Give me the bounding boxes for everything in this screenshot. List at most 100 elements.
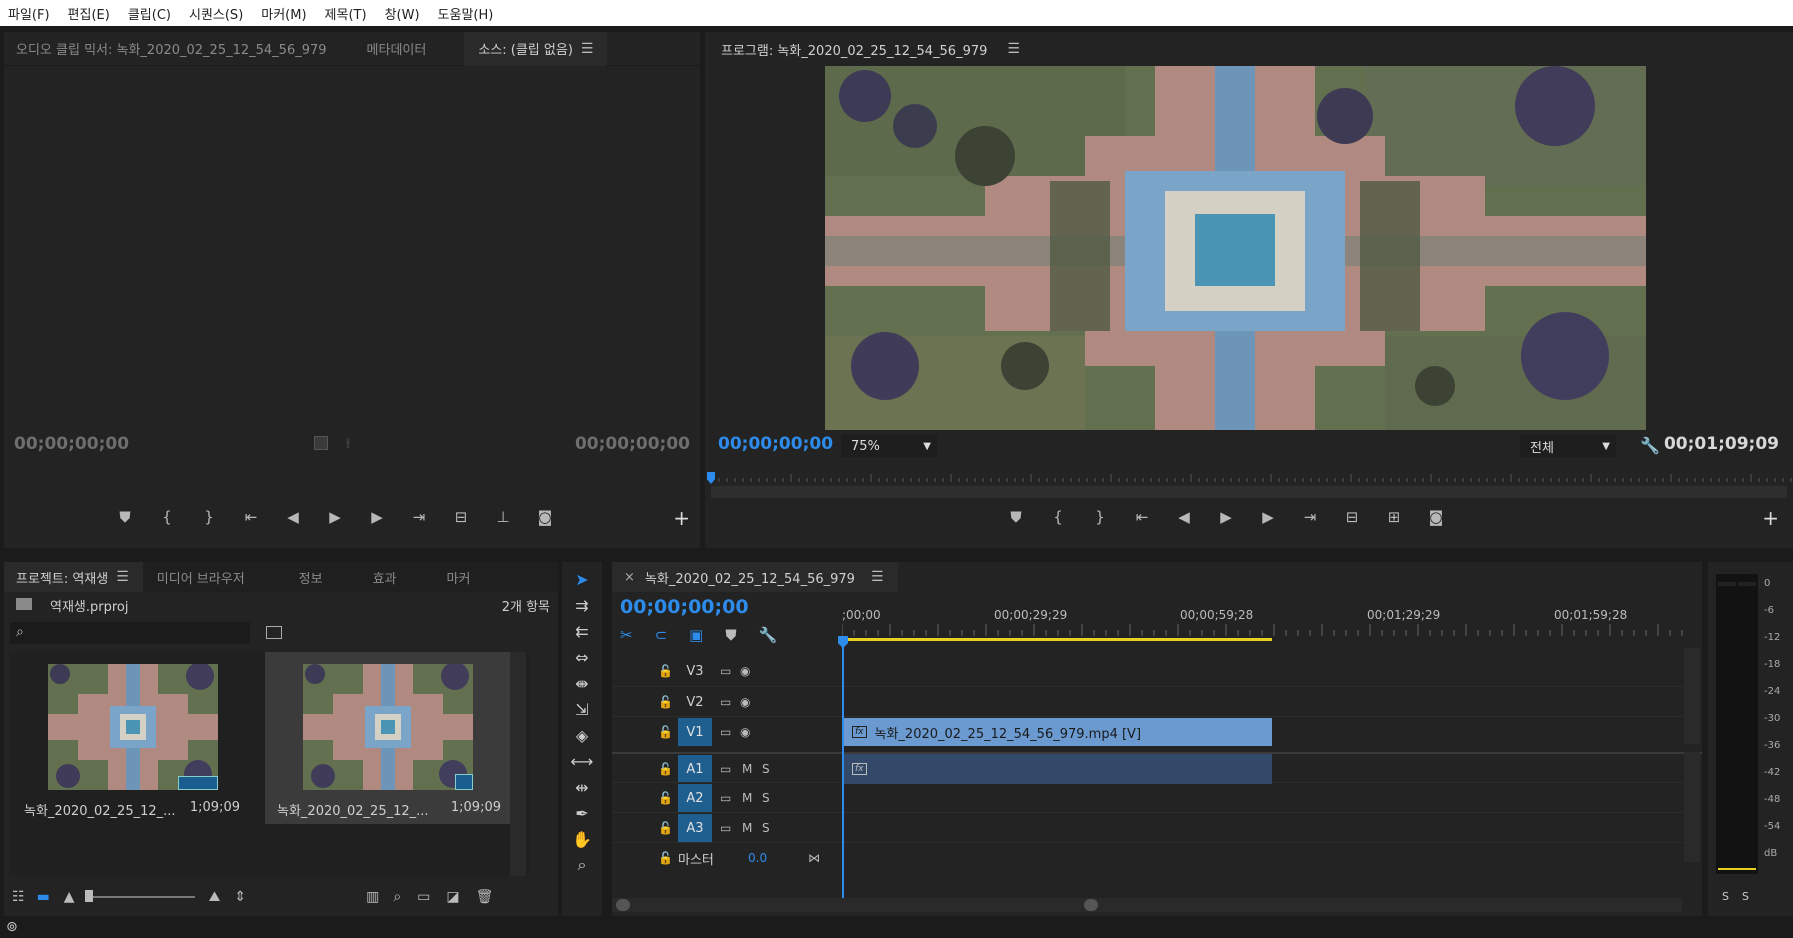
track-label[interactable]: V3 [678,657,712,685]
zoom-slider[interactable] [84,890,195,902]
tab-source[interactable]: 소스: (클립 없음) ☰ [464,32,608,66]
track-label[interactable]: A2 [678,784,712,812]
export-frame-icon[interactable]: ◙ [1415,508,1457,526]
tab-markers[interactable]: 마커 [433,562,485,592]
program-time-ruler[interactable] [705,472,1793,502]
mark-out-icon[interactable]: } [188,508,230,526]
solo-button[interactable]: S [762,821,770,835]
menu-help[interactable]: 도움말(H) [438,4,494,23]
master-end-icon[interactable]: ⋈ [808,851,820,865]
mark-in-icon[interactable]: { [146,508,188,526]
go-to-out-icon[interactable]: ⇥ [398,508,440,526]
ripple-edit-icon[interactable]: ⇔ [562,644,602,670]
icon-view-icon[interactable]: ▬ [37,889,50,905]
button-editor-icon[interactable]: + [1762,506,1779,530]
button-editor-icon[interactable]: + [673,506,690,530]
play-icon[interactable]: ▶ [314,508,356,526]
solo-right-button[interactable]: S [1742,890,1749,903]
timeline-tc-current[interactable]: 00;00;00;00 [620,596,749,618]
tab-effects[interactable]: 효과 [359,562,411,592]
source-tc-left[interactable]: 00;00;00;00 [14,434,129,454]
menu-window[interactable]: 창(W) [385,4,420,23]
sync-icon[interactable]: ▭ [720,695,731,709]
tab-metadata[interactable]: 메타데이터 [353,32,441,66]
rolling-edit-icon[interactable]: ⇼ [562,670,602,696]
track-select-forward-icon[interactable]: ⇉ [562,592,602,618]
lock-icon[interactable]: 🔓 [658,725,673,739]
insert-icon[interactable]: ⊟ [440,508,482,526]
export-frame-icon[interactable]: ◙ [524,508,566,526]
menu-sequence[interactable]: 시퀀스(S) [189,4,243,23]
insert-nest-icon[interactable]: ▣ [689,626,703,644]
slip-icon[interactable]: ⟷ [562,748,602,774]
snap-icon[interactable]: ✂ [620,626,633,644]
track-label[interactable]: V1 [678,718,712,746]
mute-button[interactable]: M [742,791,752,805]
sync-icon[interactable]: ▭ [720,725,731,739]
hand-icon[interactable]: ✋ [562,826,602,852]
sync-icon[interactable]: ▭ [720,664,731,678]
track-label[interactable]: V2 [678,688,712,716]
lift-icon[interactable]: ⊟ [1331,508,1373,526]
list-item[interactable]: 녹화_2020_02_25_12_... 1;09;09 [10,652,258,824]
quality-select[interactable]: 전체 ▼ [1520,435,1616,457]
mute-button[interactable]: M [742,762,752,776]
mark-out-icon[interactable]: } [1079,508,1121,526]
menu-clip[interactable]: 클립(C) [128,4,171,23]
trash-icon[interactable]: 🗑 [476,889,494,905]
wrench-icon[interactable]: 🔧 [759,626,778,644]
add-marker-icon[interactable]: ⛊ [725,626,736,644]
search-input[interactable]: ⌕ [10,622,250,644]
sync-icon[interactable]: ▭ [720,791,731,805]
go-to-in-icon[interactable]: ⇤ [1121,508,1163,526]
step-forward-icon[interactable]: ▶ [1247,508,1289,526]
tab-sequence[interactable]: × 녹화_2020_02_25_12_54_56_979 ☰ [612,562,898,592]
eye-icon[interactable]: ◉ [740,695,750,709]
panel-menu-icon[interactable]: ☰ [116,569,129,585]
sync-icon[interactable]: ▭ [720,762,731,776]
extract-icon[interactable]: ⊞ [1373,508,1415,526]
play-icon[interactable]: ▶ [1205,508,1247,526]
creative-cloud-icon[interactable]: ⊚ [6,919,18,935]
master-value[interactable]: 0.0 [748,851,767,865]
track-select-backward-icon[interactable]: ⇇ [562,618,602,644]
work-area-bar[interactable] [842,638,1272,641]
solo-button[interactable]: S [762,791,770,805]
mark-in-icon[interactable]: { [1037,508,1079,526]
lock-icon[interactable]: 🔓 [658,791,673,805]
slide-icon[interactable]: ⇹ [562,774,602,800]
eye-icon[interactable]: ◉ [740,725,750,739]
add-marker-icon[interactable]: ⛊ [995,508,1037,526]
sort-icon[interactable]: ⇕ [234,889,246,905]
selection-tool-icon[interactable]: ➤ [562,566,602,592]
video-clip[interactable]: fx 녹화_2020_02_25_12_54_56_979.mp4 [V] [842,718,1272,746]
step-back-icon[interactable]: ◀ [272,508,314,526]
timeline-ruler[interactable]: ;00;00 00;00;29;29 00;00;59;28 00;01;29;… [842,606,1688,646]
automate-icon[interactable]: ▥ [366,889,379,905]
find-icon[interactable]: ⌕ [393,889,401,905]
panel-menu-icon[interactable]: ☰ [581,41,594,57]
go-to-out-icon[interactable]: ⇥ [1289,508,1331,526]
vertical-scrollbar[interactable] [1684,752,1700,862]
pen-icon[interactable]: ✒ [562,800,602,826]
rate-stretch-icon[interactable]: ⇲ [562,696,602,722]
lock-icon[interactable]: 🔓 [658,695,673,709]
razor-icon[interactable]: ◈ [562,722,602,748]
source-tc-right[interactable]: 00;00;00;00 [575,434,690,454]
tab-audio-clip-mixer[interactable]: 오디오 클립 믹서: 녹화_2020_02_25_12_54_56_979 [4,32,341,66]
step-back-icon[interactable]: ◀ [1163,508,1205,526]
new-bin-icon[interactable]: ▭ [417,889,430,905]
drag-audio-icon[interactable]: ⫲ [346,435,350,450]
lock-icon[interactable]: 🔓 [658,762,673,776]
mute-button[interactable]: M [742,821,752,835]
zoom-icon[interactable]: ⌕ [562,852,602,878]
lock-icon[interactable]: 🔓 [658,821,673,835]
freeform-view-icon[interactable]: ▲ [64,889,75,905]
menu-marker[interactable]: 마커(M) [261,4,306,23]
lock-icon[interactable]: 🔓 [658,851,673,865]
drag-video-icon[interactable] [314,436,328,450]
tab-project[interactable]: 프로젝트: 역재생 ☰ [4,562,143,592]
close-icon[interactable]: × [624,570,635,585]
new-bin-search-icon[interactable] [266,626,282,639]
panel-menu-icon[interactable]: ☰ [871,569,884,585]
